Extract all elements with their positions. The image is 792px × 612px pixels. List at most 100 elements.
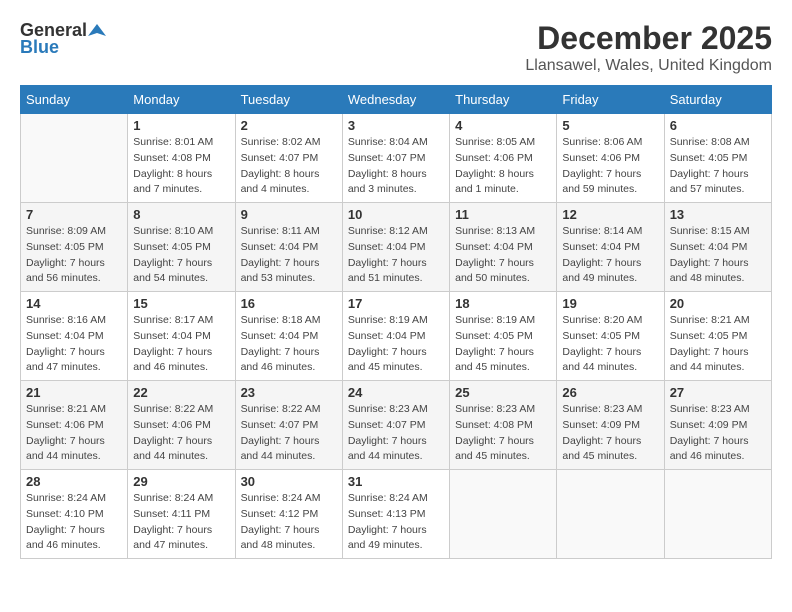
calendar-day-cell: 7 Sunrise: 8:09 AM Sunset: 4:05 PM Daylig… — [21, 203, 128, 292]
column-header-wednesday: Wednesday — [342, 86, 449, 114]
day-info: Sunrise: 8:15 AM Sunset: 4:04 PM Dayligh… — [670, 224, 766, 287]
calendar-day-cell: 11Sunrise: 8:13 AM Sunset: 4:04 PM Dayli… — [450, 203, 557, 292]
day-number: 17 — [348, 296, 444, 311]
day-info: Sunrise: 8:23 AM Sunset: 4:07 PM Dayligh… — [348, 402, 444, 465]
calendar-day-cell: 30 Sunrise: 8:24 AM Sunset: 4:12 PM Dayli… — [235, 470, 342, 559]
day-number: 19 — [562, 296, 658, 311]
calendar-day-cell: 2 Sunrise: 8:02 AM Sunset: 4:07 PM Daylig… — [235, 114, 342, 203]
calendar-day-cell: 24 Sunrise: 8:23 AM Sunset: 4:07 PM Dayli… — [342, 381, 449, 470]
column-header-tuesday: Tuesday — [235, 86, 342, 114]
day-info: Sunrise: 8:23 AM Sunset: 4:09 PM Dayligh… — [562, 402, 658, 465]
calendar-day-cell: 16 Sunrise: 8:18 AM Sunset: 4:04 PM Dayli… — [235, 292, 342, 381]
location-title: Llansawel, Wales, United Kingdom — [525, 57, 772, 75]
day-number: 3 — [348, 118, 444, 133]
day-info: Sunrise: 8:09 AM Sunset: 4:05 PM Dayligh… — [26, 224, 122, 287]
day-number: 1 — [133, 118, 229, 133]
logo-blue-text: Blue — [20, 37, 59, 58]
day-number: 30 — [241, 474, 337, 489]
day-info: Sunrise: 8:24 AM Sunset: 4:12 PM Dayligh… — [241, 491, 337, 554]
day-info: Sunrise: 8:12 AM Sunset: 4:04 PM Dayligh… — [348, 224, 444, 287]
calendar-day-cell: 27Sunrise: 8:23 AM Sunset: 4:09 PM Dayli… — [664, 381, 771, 470]
calendar-week-row: 28Sunrise: 8:24 AM Sunset: 4:10 PM Dayli… — [21, 470, 772, 559]
column-header-friday: Friday — [557, 86, 664, 114]
day-number: 9 — [241, 207, 337, 222]
day-info: Sunrise: 8:13 AM Sunset: 4:04 PM Dayligh… — [455, 224, 551, 287]
day-number: 25 — [455, 385, 551, 400]
calendar-week-row: 21 Sunrise: 8:21 AM Sunset: 4:06 PM Dayli… — [21, 381, 772, 470]
day-info: Sunrise: 8:10 AM Sunset: 4:05 PM Dayligh… — [133, 224, 229, 287]
calendar-week-row: 7 Sunrise: 8:09 AM Sunset: 4:05 PM Daylig… — [21, 203, 772, 292]
day-number: 12 — [562, 207, 658, 222]
day-number: 26 — [562, 385, 658, 400]
column-header-monday: Monday — [128, 86, 235, 114]
day-info: Sunrise: 8:22 AM Sunset: 4:06 PM Dayligh… — [133, 402, 229, 465]
day-info: Sunrise: 8:14 AM Sunset: 4:04 PM Dayligh… — [562, 224, 658, 287]
day-number: 21 — [26, 385, 122, 400]
day-info: Sunrise: 8:05 AM Sunset: 4:06 PM Dayligh… — [455, 135, 551, 198]
day-info: Sunrise: 8:18 AM Sunset: 4:04 PM Dayligh… — [241, 313, 337, 376]
day-info: Sunrise: 8:16 AM Sunset: 4:04 PM Dayligh… — [26, 313, 122, 376]
day-number: 24 — [348, 385, 444, 400]
calendar-day-cell: 21 Sunrise: 8:21 AM Sunset: 4:06 PM Dayli… — [21, 381, 128, 470]
day-number: 7 — [26, 207, 122, 222]
logo-bird-icon — [88, 22, 106, 40]
day-info: Sunrise: 8:22 AM Sunset: 4:07 PM Dayligh… — [241, 402, 337, 465]
calendar-week-row: 1 Sunrise: 8:01 AM Sunset: 4:08 PM Daylig… — [21, 114, 772, 203]
calendar-day-cell: 9 Sunrise: 8:11 AM Sunset: 4:04 PM Daylig… — [235, 203, 342, 292]
day-number: 29 — [133, 474, 229, 489]
calendar-day-cell: 22Sunrise: 8:22 AM Sunset: 4:06 PM Dayli… — [128, 381, 235, 470]
calendar-day-cell: 28Sunrise: 8:24 AM Sunset: 4:10 PM Dayli… — [21, 470, 128, 559]
calendar-empty-cell — [450, 470, 557, 559]
day-number: 13 — [670, 207, 766, 222]
calendar-empty-cell — [557, 470, 664, 559]
day-info: Sunrise: 8:21 AM Sunset: 4:05 PM Dayligh… — [670, 313, 766, 376]
calendar-day-cell: 14 Sunrise: 8:16 AM Sunset: 4:04 PM Dayli… — [21, 292, 128, 381]
calendar-day-cell: 17 Sunrise: 8:19 AM Sunset: 4:04 PM Dayli… — [342, 292, 449, 381]
calendar-day-cell: 4 Sunrise: 8:05 AM Sunset: 4:06 PM Daylig… — [450, 114, 557, 203]
calendar-day-cell: 23 Sunrise: 8:22 AM Sunset: 4:07 PM Dayli… — [235, 381, 342, 470]
day-info: Sunrise: 8:06 AM Sunset: 4:06 PM Dayligh… — [562, 135, 658, 198]
day-number: 16 — [241, 296, 337, 311]
day-info: Sunrise: 8:02 AM Sunset: 4:07 PM Dayligh… — [241, 135, 337, 198]
day-number: 15 — [133, 296, 229, 311]
day-info: Sunrise: 8:01 AM Sunset: 4:08 PM Dayligh… — [133, 135, 229, 198]
column-header-sunday: Sunday — [21, 86, 128, 114]
calendar-day-cell: 1 Sunrise: 8:01 AM Sunset: 4:08 PM Daylig… — [128, 114, 235, 203]
day-info: Sunrise: 8:20 AM Sunset: 4:05 PM Dayligh… — [562, 313, 658, 376]
calendar-day-cell: 25 Sunrise: 8:23 AM Sunset: 4:08 PM Dayli… — [450, 381, 557, 470]
calendar-week-row: 14 Sunrise: 8:16 AM Sunset: 4:04 PM Dayli… — [21, 292, 772, 381]
day-number: 23 — [241, 385, 337, 400]
calendar-day-cell: 18Sunrise: 8:19 AM Sunset: 4:05 PM Dayli… — [450, 292, 557, 381]
calendar-day-cell: 20 Sunrise: 8:21 AM Sunset: 4:05 PM Dayli… — [664, 292, 771, 381]
column-header-saturday: Saturday — [664, 86, 771, 114]
calendar-day-cell: 26 Sunrise: 8:23 AM Sunset: 4:09 PM Dayli… — [557, 381, 664, 470]
calendar-empty-cell — [21, 114, 128, 203]
calendar-day-cell: 12 Sunrise: 8:14 AM Sunset: 4:04 PM Dayli… — [557, 203, 664, 292]
calendar-header-row: SundayMondayTuesdayWednesdayThursdayFrid… — [21, 86, 772, 114]
day-number: 2 — [241, 118, 337, 133]
calendar-empty-cell — [664, 470, 771, 559]
day-info: Sunrise: 8:24 AM Sunset: 4:11 PM Dayligh… — [133, 491, 229, 554]
day-info: Sunrise: 8:19 AM Sunset: 4:05 PM Dayligh… — [455, 313, 551, 376]
day-info: Sunrise: 8:23 AM Sunset: 4:08 PM Dayligh… — [455, 402, 551, 465]
day-number: 5 — [562, 118, 658, 133]
day-info: Sunrise: 8:11 AM Sunset: 4:04 PM Dayligh… — [241, 224, 337, 287]
day-info: Sunrise: 8:24 AM Sunset: 4:13 PM Dayligh… — [348, 491, 444, 554]
day-number: 4 — [455, 118, 551, 133]
day-number: 8 — [133, 207, 229, 222]
day-info: Sunrise: 8:19 AM Sunset: 4:04 PM Dayligh… — [348, 313, 444, 376]
day-number: 10 — [348, 207, 444, 222]
day-info: Sunrise: 8:17 AM Sunset: 4:04 PM Dayligh… — [133, 313, 229, 376]
calendar-day-cell: 10 Sunrise: 8:12 AM Sunset: 4:04 PM Dayli… — [342, 203, 449, 292]
calendar-day-cell: 15 Sunrise: 8:17 AM Sunset: 4:04 PM Dayli… — [128, 292, 235, 381]
day-number: 14 — [26, 296, 122, 311]
day-info: Sunrise: 8:21 AM Sunset: 4:06 PM Dayligh… — [26, 402, 122, 465]
column-header-thursday: Thursday — [450, 86, 557, 114]
day-number: 20 — [670, 296, 766, 311]
month-title: December 2025 — [525, 20, 772, 57]
title-area: December 2025 Llansawel, Wales, United K… — [525, 20, 772, 75]
calendar-day-cell: 19 Sunrise: 8:20 AM Sunset: 4:05 PM Dayli… — [557, 292, 664, 381]
day-info: Sunrise: 8:24 AM Sunset: 4:10 PM Dayligh… — [26, 491, 122, 554]
day-number: 31 — [348, 474, 444, 489]
logo: General Blue — [20, 20, 106, 58]
